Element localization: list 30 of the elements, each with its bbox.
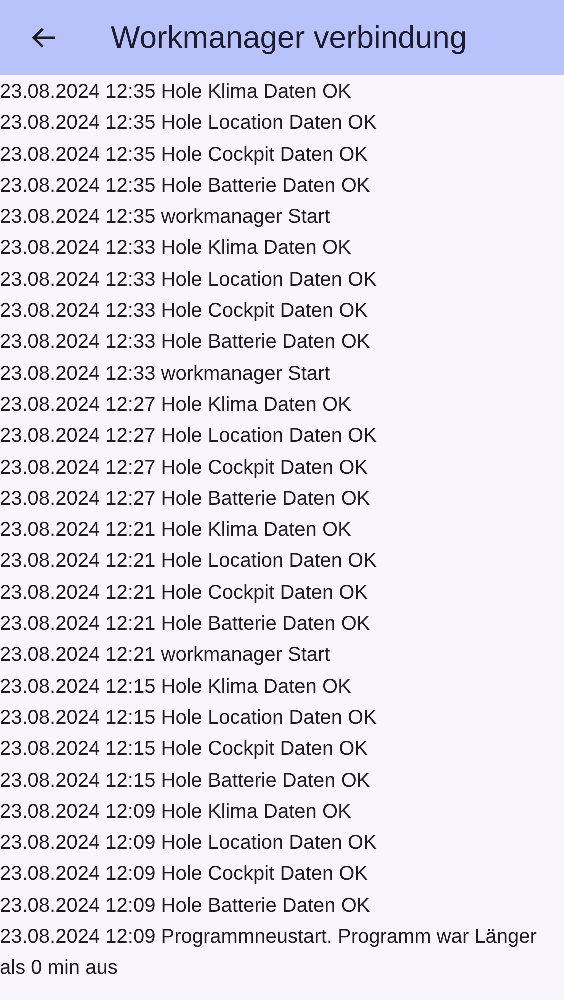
log-entry: 23.08.2024 12:15 Hole Klima Daten OK xyxy=(0,674,352,700)
log-entry: 23.08.2024 12:15 Hole Cockpit Daten OK xyxy=(0,737,370,762)
log-entry: 23.08.2024 12:35 Hole Batterie Daten OK xyxy=(0,174,372,199)
log-entry: 23.08.2024 12:15 Hole Location Daten OK xyxy=(0,706,378,731)
log-entry: 23.08.2024 12:09 Programmneustart. Programm war Länger als 0 min aus xyxy=(0,925,538,982)
log-entry: 23.08.2024 12:09 Hole Klima Daten OK xyxy=(0,800,352,825)
log-entry: 23.08.2024 12:33 Hole Location Daten OK xyxy=(0,268,378,293)
log-entry: 23.08.2024 12:35 Hole Location Daten OK xyxy=(0,111,378,136)
log-entry: 23.08.2024 12:15 Hole Batterie Daten OK xyxy=(0,768,372,794)
log-entry: 23.08.2024 12:21 Hole Klima Daten OK xyxy=(0,518,352,544)
log-entry: 23.08.2024 12:33 Hole Batterie Daten OK xyxy=(0,330,372,356)
log-entry: 23.08.2024 12:33 Hole Cockpit Daten OK xyxy=(0,299,370,324)
log-entry: 23.08.2024 12:33 Hole Klima Daten OK xyxy=(0,236,352,262)
log-entry: 23.08.2024 12:09 Hole Batterie Daten OK xyxy=(0,894,372,919)
log-entry: 23.08.2024 12:21 Hole Batterie Daten OK xyxy=(0,612,372,638)
log-entry: 23.08.2024 12:27 Hole Cockpit Daten OK xyxy=(0,456,370,481)
log-entry: 23.08.2024 12:21 Hole Location Daten OK xyxy=(0,549,378,574)
log-entry: 23.08.2024 12:09 Hole Cockpit Daten OK xyxy=(0,862,370,888)
log-entry: 23.08.2024 12:09 Hole Location Daten OK xyxy=(0,831,378,856)
log-entry: 23.08.2024 12:27 Hole Klima Daten OK xyxy=(0,392,352,418)
screen-title: Workmanager verbindung xyxy=(111,20,468,56)
back-arrow-icon xyxy=(31,26,57,48)
log-entry: 23.08.2024 12:35 Hole Klima Daten OK xyxy=(0,80,352,105)
log-entry: 23.08.2024 12:27 Hole Location Daten OK xyxy=(0,424,378,450)
log-entry: 23.08.2024 12:21 workmanager Start xyxy=(0,643,332,668)
log-entry: 23.08.2024 12:35 Hole Cockpit Daten OK xyxy=(0,142,370,168)
log-entry: 23.08.2024 12:35 workmanager Start xyxy=(0,205,332,230)
log-entry: 23.08.2024 12:27 Hole Batterie Daten OK xyxy=(0,486,372,512)
log-entry: 23.08.2024 12:21 Hole Cockpit Daten OK xyxy=(0,580,370,606)
log-entry: 23.08.2024 12:33 workmanager Start xyxy=(0,362,332,387)
